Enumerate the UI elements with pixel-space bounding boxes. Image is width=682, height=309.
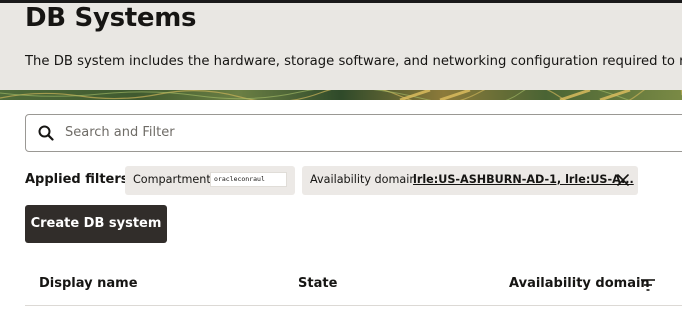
column-header-availability-domain[interactable]: Availability domain [509,276,650,291]
availability-domain-chip-link[interactable]: lrle:US-ASHBURN-AD-1, lrle:US-A... [413,173,634,186]
compartment-chip-label: Compartment [133,173,211,186]
page-description: The DB system includes the hardware, sto… [25,54,682,69]
applied-filters-label: Applied filters [25,172,129,187]
availability-domain-chip-label: Availability domain [310,173,417,186]
page-title: DB Systems [25,3,197,33]
search-placeholder: Search and Filter [65,125,175,140]
compartment-filter-chip[interactable]: Compartment oracleconraul [125,166,295,195]
table-header-divider [25,305,682,306]
page-header: DB Systems The DB system includes the ha… [0,3,682,96]
close-icon[interactable] [615,172,631,188]
filter-icon[interactable] [640,278,656,292]
banner-pattern [0,90,682,100]
search-icon [38,125,54,141]
search-input[interactable]: Search and Filter [25,114,682,152]
column-header-state[interactable]: State [298,276,337,291]
availability-domain-filter-chip[interactable]: Availability domain lrle:US-ASHBURN-AD-1… [302,166,638,195]
create-db-system-button[interactable]: Create DB system [25,205,167,243]
compartment-value-field[interactable]: oracleconraul [210,172,287,187]
column-header-display-name[interactable]: Display name [39,276,138,291]
decorative-banner [0,90,682,100]
